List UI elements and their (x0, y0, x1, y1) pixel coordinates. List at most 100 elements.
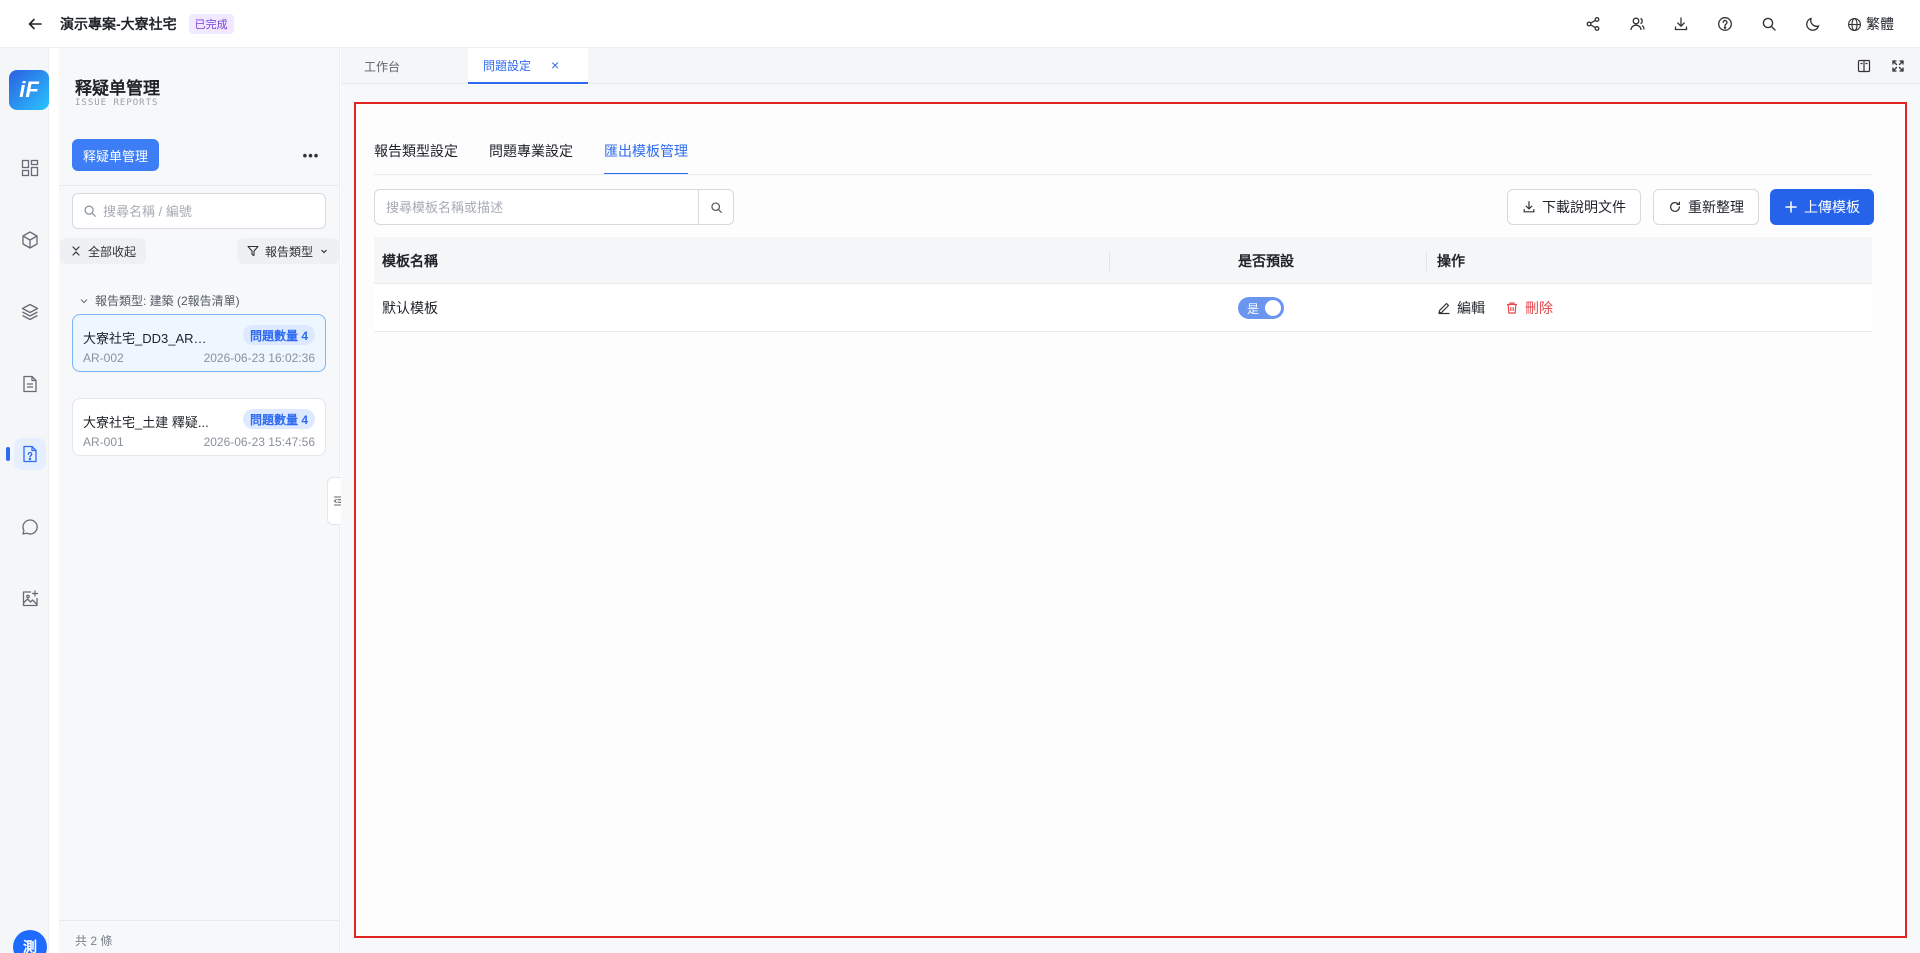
download-doc-button[interactable]: 下載說明文件 (1507, 189, 1641, 225)
issue-count-badge: 問題數量 4 (242, 325, 315, 345)
default-toggle[interactable]: 是 (1238, 297, 1284, 319)
split-view-icon[interactable] (1854, 56, 1874, 76)
report-name: 大寮社宅_土建 釋疑... (83, 415, 209, 430)
delete-button[interactable]: 刪除 (1505, 298, 1553, 318)
report-time: 2026-06-23 15:47:56 (203, 435, 315, 449)
column-separator (1109, 251, 1110, 271)
report-name: 大寮社宅_DD3_AR_E... (83, 331, 213, 346)
more-options-icon[interactable]: ••• (299, 145, 323, 165)
status-badge: 已完成 (188, 13, 234, 34)
fullscreen-icon[interactable] (1888, 56, 1908, 76)
download-icon[interactable] (1671, 14, 1691, 34)
edit-button[interactable]: 編輯 (1437, 298, 1485, 318)
close-icon[interactable]: × (551, 57, 559, 73)
active-indicator (6, 447, 10, 461)
issue-reports-panel: 释疑单管理 ISSUE REPORTS 释疑单管理 ••• 全部收起 報告類型 … (59, 48, 340, 953)
table-header: 模板名稱 是否預設 操作 (374, 237, 1872, 284)
report-code: AR-002 (83, 351, 124, 365)
search-icon (84, 205, 96, 217)
filter-label: 報告類型 (265, 244, 314, 259)
actions-cell: 編輯 刪除 (1437, 284, 1553, 332)
chevron-down-icon (80, 298, 88, 303)
globe-icon (1848, 17, 1861, 31)
layers-icon[interactable] (14, 296, 46, 328)
collapse-all-button[interactable]: 全部收起 (60, 238, 147, 264)
search-button[interactable] (698, 190, 733, 224)
divider (59, 185, 340, 186)
top-bar: 演示專案-大寮社宅 已完成 繁體 (0, 0, 1920, 48)
template-name: 默认模板 (382, 300, 438, 316)
tab-workbench[interactable]: 工作台 (341, 48, 468, 84)
download-icon (1523, 201, 1535, 213)
tab-issue-settings[interactable]: 問題設定 × (468, 48, 588, 84)
upload-template-button[interactable]: 上傳模板 (1770, 189, 1874, 225)
dark-mode-icon[interactable] (1803, 14, 1823, 34)
delete-label: 刪除 (1525, 300, 1553, 316)
report-code: AR-001 (83, 435, 124, 449)
default-toggle-cell: 是 (1238, 284, 1284, 332)
chevron-down-icon (321, 249, 327, 254)
collapse-icon (72, 246, 80, 256)
search-icon (710, 201, 722, 213)
template-management-panel: 報告類型設定 問題專業設定 匯出模板管理 下載說明文件 重新整理 上傳模板 模板… (354, 102, 1907, 938)
share-icon[interactable] (1583, 14, 1603, 34)
toggle-label: 是 (1247, 302, 1260, 316)
app-logo: iF (9, 70, 49, 110)
issue-report-icon[interactable] (14, 438, 46, 470)
column-header-default: 是否預設 (1238, 252, 1294, 269)
group-label-text: 報告類型: 建築 (2報告清單) (95, 294, 240, 308)
members-icon[interactable] (1627, 14, 1647, 34)
collapse-all-label: 全部收起 (88, 244, 137, 259)
refresh-button[interactable]: 重新整理 (1653, 189, 1759, 225)
download-doc-label: 下載說明文件 (1542, 199, 1626, 215)
template-table: 模板名稱 是否預設 操作 默认模板 是 編輯 刪除 (374, 237, 1872, 332)
column-header-actions: 操作 (1437, 252, 1465, 269)
plus-icon (1785, 201, 1797, 213)
project-title: 演示專案-大寮社宅 (60, 15, 177, 32)
subtab-report-type[interactable]: 報告類型設定 (374, 140, 458, 175)
refresh-icon (1670, 201, 1680, 212)
total-count: 共 2 條 (75, 934, 113, 948)
icon-rail: iF 測 (0, 48, 49, 953)
trash-icon (1507, 302, 1517, 314)
image-edit-icon[interactable] (14, 583, 46, 615)
report-time: 2026-06-23 16:02:36 (203, 351, 315, 365)
issue-management-button[interactable]: 释疑单管理 (72, 139, 160, 171)
user-avatar[interactable]: 測 (13, 930, 47, 953)
report-group-header[interactable]: 報告類型: 建築 (2報告清單) (79, 292, 240, 309)
edit-label: 編輯 (1457, 300, 1485, 316)
subtab-export-template[interactable]: 匯出模板管理 (604, 140, 688, 175)
refresh-label: 重新整理 (1688, 199, 1744, 215)
document-icon[interactable] (14, 368, 46, 400)
dashboard-icon[interactable] (14, 152, 46, 184)
report-search-field[interactable] (72, 193, 326, 229)
divider (374, 174, 1872, 175)
table-row: 默认模板 是 編輯 刪除 (374, 284, 1872, 332)
edit-icon (1438, 302, 1450, 315)
report-search-input[interactable] (103, 203, 303, 219)
report-card[interactable]: 大寮社宅_土建 釋疑... 問題數量 4 AR-001 2026-06-23 1… (72, 398, 326, 456)
tab-label: 工作台 (364, 59, 401, 74)
help-icon[interactable] (1715, 14, 1735, 34)
language-label: 繁體 (1866, 16, 1894, 32)
report-card[interactable]: 大寮社宅_DD3_AR_E... 問題數量 4 AR-002 2026-06-2… (72, 314, 326, 372)
panel-subtitle: ISSUE REPORTS (75, 98, 159, 108)
filter-icon (247, 245, 259, 257)
chat-icon[interactable] (14, 511, 46, 543)
cube-icon[interactable] (14, 224, 46, 256)
workspace-tabs: 工作台 問題設定 × (341, 48, 1920, 84)
back-arrow-icon[interactable] (26, 15, 44, 33)
tab-label: 問題設定 (483, 58, 532, 73)
search-icon[interactable] (1759, 14, 1779, 34)
main-content: 報告類型設定 問題專業設定 匯出模板管理 下載說明文件 重新整理 上傳模板 模板… (341, 84, 1920, 953)
subtab-discipline[interactable]: 問題專業設定 (489, 140, 573, 175)
language-switcher[interactable]: 繁體 (1847, 14, 1894, 34)
settings-subtabs: 報告類型設定 問題專業設定 匯出模板管理 (374, 140, 688, 175)
template-search-input[interactable] (375, 190, 698, 224)
panel-title: 释疑单管理 (75, 79, 160, 98)
report-type-filter[interactable]: 報告類型 (237, 238, 339, 264)
column-separator (1426, 251, 1427, 271)
template-search-field[interactable] (374, 189, 734, 225)
issue-count-badge: 問題數量 4 (242, 409, 315, 429)
toggle-knob (1265, 300, 1281, 316)
